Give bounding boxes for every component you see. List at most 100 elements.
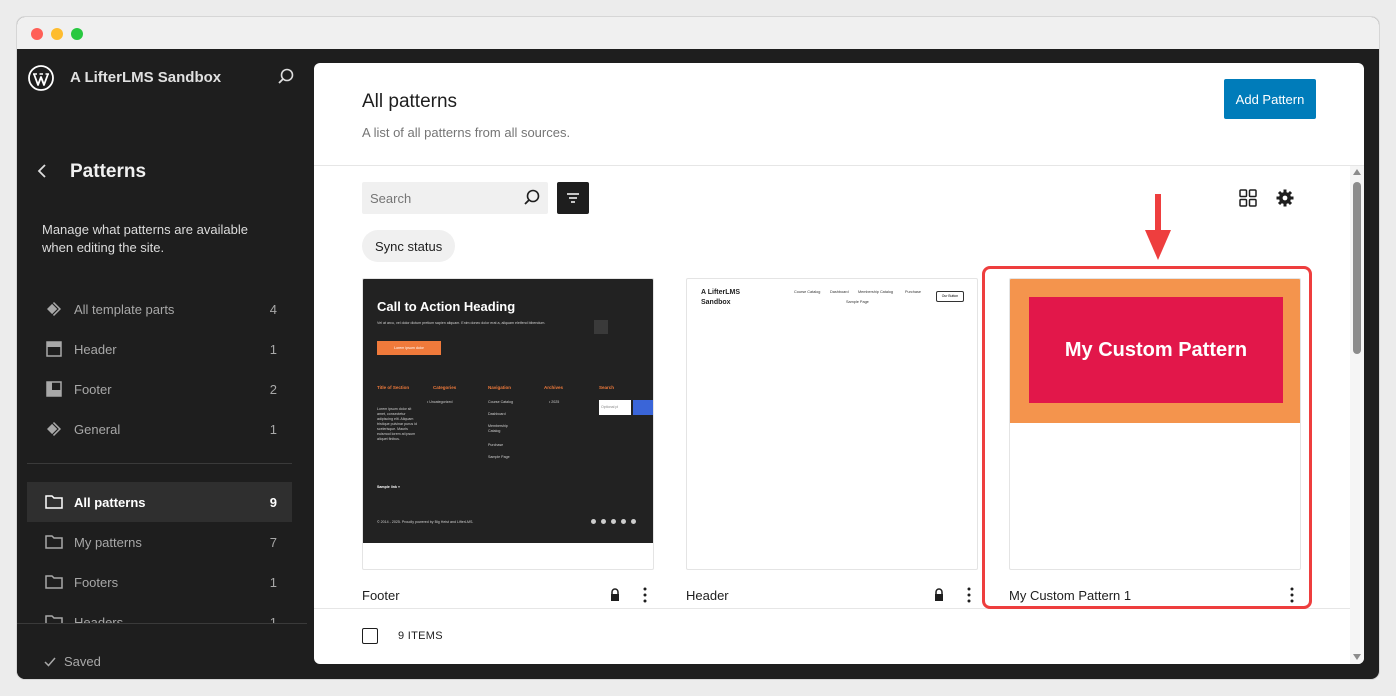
preview-copyright: © 2014 - 2025. Proudly powered by Big He… xyxy=(377,520,474,524)
sync-status-filter-chip[interactable]: Sync status xyxy=(362,230,456,262)
sidebar-item-label: All template parts xyxy=(74,301,175,317)
folder-icon xyxy=(44,612,64,623)
github-icon xyxy=(631,519,636,524)
preview-button: Lorem ipsum dolor xyxy=(377,341,441,355)
sidebar: A LifterLMS Sandbox Patterns Manage what… xyxy=(17,49,307,679)
search-input[interactable] xyxy=(362,190,512,206)
card-title[interactable]: Footer xyxy=(362,588,608,603)
preview-col-item: Dashboard xyxy=(488,412,506,416)
maximize-window-button[interactable] xyxy=(71,28,83,40)
sidebar-heading: Patterns xyxy=(70,161,147,182)
sidebar-item-footers[interactable]: Footers 1 xyxy=(27,562,292,602)
sidebar-footer-divider xyxy=(17,623,307,624)
sidebar-item-all-template-parts[interactable]: All template parts 4 xyxy=(27,289,292,329)
card-footer: Footer xyxy=(362,575,654,615)
sidebar-item-count: 1 xyxy=(269,614,277,624)
grid-view-icon[interactable] xyxy=(1238,188,1258,208)
sidebar-item-label: Footer xyxy=(74,381,112,397)
twitter-icon xyxy=(611,519,616,524)
sidebar-item-all-patterns[interactable]: All patterns 9 xyxy=(27,482,292,522)
window-titlebar xyxy=(17,17,1379,49)
sidebar-item-count: 1 xyxy=(269,574,277,590)
page-subtitle: A list of all patterns from all sources. xyxy=(362,125,571,140)
site-title[interactable]: A LifterLMS Sandbox xyxy=(70,69,221,86)
search-icon[interactable] xyxy=(276,67,296,87)
facebook-icon xyxy=(591,519,596,524)
items-count: 9 ITEMS xyxy=(398,630,443,642)
pattern-card-header[interactable]: A LifterLMS Sandbox Course Catalog Dashb… xyxy=(686,278,978,615)
preview-col-title: Search xyxy=(599,385,615,390)
wordpress-logo-icon[interactable] xyxy=(28,65,54,91)
footer-pattern-preview: Call to Action Heading Vel at arcu, vel … xyxy=(363,279,653,543)
close-window-button[interactable] xyxy=(31,28,43,40)
folder-icon xyxy=(44,532,64,552)
sidebar-item-count: 9 xyxy=(269,494,277,510)
pattern-card-footer[interactable]: Call to Action Heading Vel at arcu, vel … xyxy=(362,278,654,615)
scroll-up-arrow[interactable] xyxy=(1353,169,1361,175)
save-status: Saved xyxy=(44,654,101,669)
sidebar-item-count: 1 xyxy=(269,341,277,357)
sidebar-item-header[interactable]: Header 1 xyxy=(27,329,292,369)
pattern-preview[interactable]: Call to Action Heading Vel at arcu, vel … xyxy=(362,278,654,570)
sidebar-item-label: Headers xyxy=(74,614,124,624)
highlight-box xyxy=(982,266,1312,609)
scrollbar-thumb[interactable] xyxy=(1353,182,1361,354)
preview-col-item: Membership Catalog xyxy=(488,424,508,433)
preview-col-title: Navigation xyxy=(488,385,512,390)
diamond-icon xyxy=(44,419,64,439)
sidebar-item-count: 1 xyxy=(269,421,277,437)
preview-social-icons xyxy=(591,519,636,524)
add-pattern-button[interactable]: Add Pattern xyxy=(1224,79,1316,119)
sidebar-item-label: My patterns xyxy=(74,534,142,550)
preview-nav-item: Purchase xyxy=(905,290,922,294)
check-icon xyxy=(44,657,56,667)
arrow-down-icon xyxy=(1145,194,1171,260)
youtube-icon xyxy=(621,519,626,524)
preview-col-item: Purchase xyxy=(488,443,504,447)
sidebar-item-footer[interactable]: Footer 2 xyxy=(27,369,292,409)
sidebar-item-headers[interactable]: Headers 1 xyxy=(27,602,292,623)
more-options-icon[interactable] xyxy=(636,586,654,604)
preview-col-item: • Uncategorized xyxy=(427,400,453,404)
sidebar-item-count: 2 xyxy=(269,381,277,397)
gear-icon[interactable] xyxy=(1274,187,1296,209)
page-title: All patterns xyxy=(362,91,458,112)
minimize-window-button[interactable] xyxy=(51,28,63,40)
filter-icon xyxy=(567,193,579,203)
select-all-checkbox[interactable] xyxy=(362,628,378,644)
scrollbar[interactable] xyxy=(1350,166,1364,664)
filter-button[interactable] xyxy=(557,182,589,214)
sidebar-item-count: 7 xyxy=(269,534,277,550)
sidebar-scroll-clip: Headers 1 xyxy=(17,602,307,623)
card-title[interactable]: Header xyxy=(686,588,932,603)
preview-image-placeholder xyxy=(594,320,608,334)
preview-col-item: Course Catalog xyxy=(488,400,513,404)
sidebar-item-count: 4 xyxy=(269,301,277,317)
chevron-left-icon[interactable] xyxy=(35,161,49,181)
more-options-icon[interactable] xyxy=(960,586,978,604)
sidebar-divider xyxy=(27,463,292,464)
sidebar-item-label: Header xyxy=(74,341,117,357)
preview-nav-item: Membership Catalog xyxy=(858,290,894,294)
footer-layout-icon xyxy=(44,379,64,399)
preview-col-title: Archives xyxy=(544,385,564,390)
preview-nav-item: Dashboard xyxy=(830,290,849,294)
header-divider xyxy=(314,165,1364,166)
diamond-icon xyxy=(44,299,64,319)
search-icon[interactable] xyxy=(522,188,542,208)
card-footer: Header xyxy=(686,575,978,615)
scroll-down-arrow[interactable] xyxy=(1353,654,1361,660)
pattern-preview[interactable]: A LifterLMS Sandbox Course Catalog Dashb… xyxy=(686,278,978,570)
preview-intro: Vel at arcu, vel dolor dictum pretium sa… xyxy=(377,321,546,325)
sidebar-item-my-patterns[interactable]: My patterns 7 xyxy=(27,522,292,562)
preview-link: Sample link » xyxy=(377,485,400,489)
lock-icon xyxy=(611,588,619,601)
sidebar-item-label: General xyxy=(74,421,121,437)
sidebar-item-general[interactable]: General 1 xyxy=(27,409,292,449)
preview-col-title: Categories xyxy=(433,385,457,390)
sidebar-item-label: All patterns xyxy=(74,494,146,510)
folder-icon xyxy=(44,572,64,592)
sidebar-description: Manage what patterns are available when … xyxy=(42,222,248,255)
preview-search-input: Optional pl xyxy=(599,400,631,415)
saved-label: Saved xyxy=(64,654,101,669)
